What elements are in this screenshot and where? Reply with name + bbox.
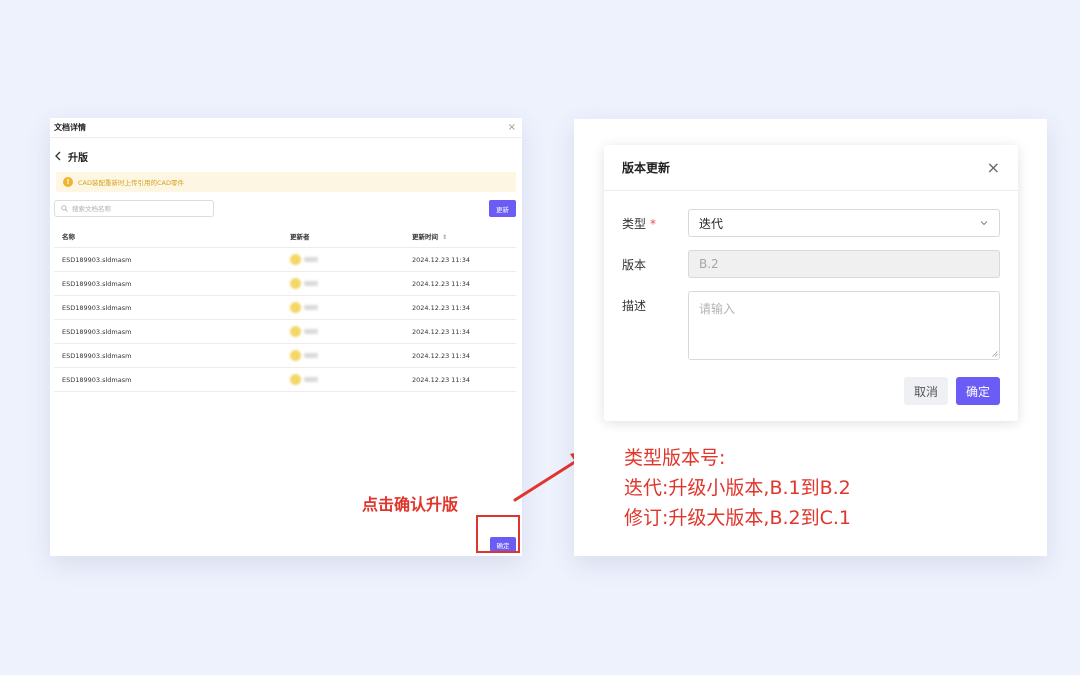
row-name: ESD189903.sldmasm (62, 327, 132, 336)
updater-name-blurred (304, 353, 318, 358)
search-box (54, 200, 214, 217)
type-label-text: 类型 (622, 217, 647, 231)
column-header-time[interactable]: 更新时间 ⇕ (384, 231, 516, 241)
updater-name-blurred (304, 281, 318, 286)
row-updater (254, 350, 384, 361)
column-header-time-label: 更新时间 (412, 232, 438, 241)
row-updater (254, 254, 384, 265)
row-updater (254, 374, 384, 385)
version-value: B.2 (699, 257, 719, 271)
row-updater (254, 326, 384, 337)
row-time: 2024.12.23 11:34 (412, 303, 471, 312)
row-updater (254, 278, 384, 289)
table-row[interactable]: ESD189903.sldmasm 2024.12.23 11:34 (54, 344, 516, 368)
row-time: 2024.12.23 11:34 (412, 327, 471, 336)
dialog-title: 版本更新 (622, 161, 671, 175)
ok-button[interactable]: 确定 (956, 377, 1000, 405)
updater-name-blurred (304, 329, 318, 334)
notes-revision: 修订:升级大版本,B.2到C.1 (624, 507, 851, 529)
type-label: 类型 * (622, 215, 656, 232)
row-name: ESD189903.sldmasm (62, 303, 132, 312)
warning-banner: ! CAD装配重新时上传引用的CAD零件 (56, 172, 516, 192)
close-icon[interactable]: × (987, 159, 1000, 176)
table-row[interactable]: ESD189903.sldmasm 2024.12.23 11:34 (54, 272, 516, 296)
back-arrow-icon[interactable] (54, 150, 62, 162)
avatar (290, 254, 301, 265)
search-input[interactable] (72, 204, 202, 213)
row-time: 2024.12.23 11:34 (412, 375, 471, 384)
version-update-panel: 版本更新 × 类型* 迭代 版本 B.2 描述 取消 确定 类型版本号: 迭代:… (574, 119, 1047, 556)
page-title: 升版 (68, 152, 88, 164)
updater-name-blurred (304, 305, 318, 310)
row-updater (254, 302, 384, 313)
updater-name-blurred (304, 377, 318, 382)
table-row[interactable]: ESD189903.sldmasm 2024.12.23 11:34 (54, 368, 516, 392)
chevron-down-icon (980, 221, 988, 226)
update-button[interactable]: 更新 (489, 200, 516, 217)
row-name: ESD189903.sldmasm (62, 351, 132, 360)
required-mark: * (650, 217, 657, 231)
column-header-name: 名称 (62, 232, 75, 241)
resize-grip-icon[interactable] (992, 351, 998, 357)
search-icon (61, 205, 68, 212)
avatar (290, 350, 301, 361)
description-label: 描述 (622, 299, 647, 313)
panel-header: 文档详情 × (50, 118, 522, 138)
notes-iteration: 迭代:升级小版本,B.1到B.2 (624, 477, 851, 499)
column-header-updater: 更新者 (290, 232, 310, 241)
page-header: 升版 (54, 148, 88, 164)
warning-icon: ! (63, 177, 73, 187)
document-table: 名称 更新者 更新时间 ⇕ ESD189903.sldmasm 2024.12.2… (54, 224, 516, 392)
close-icon[interactable]: × (508, 122, 516, 133)
cancel-button[interactable]: 取消 (904, 377, 948, 405)
table-row[interactable]: ESD189903.sldmasm 2024.12.23 11:34 (54, 320, 516, 344)
version-field: B.2 (688, 250, 1000, 278)
description-textarea[interactable] (688, 291, 1000, 360)
notes-heading: 类型版本号: (624, 447, 726, 469)
avatar (290, 302, 301, 313)
avatar (290, 278, 301, 289)
avatar (290, 374, 301, 385)
row-time: 2024.12.23 11:34 (412, 351, 471, 360)
row-name: ESD189903.sldmasm (62, 279, 132, 288)
updater-name-blurred (304, 257, 318, 262)
avatar (290, 326, 301, 337)
table-row[interactable]: ESD189903.sldmasm 2024.12.23 11:34 (54, 296, 516, 320)
row-time: 2024.12.23 11:34 (412, 279, 471, 288)
version-update-dialog: 版本更新 × 类型* 迭代 版本 B.2 描述 取消 确定 (604, 145, 1018, 421)
dialog-header: 版本更新 × (604, 145, 1018, 191)
row-name: ESD189903.sldmasm (62, 255, 132, 264)
type-select[interactable]: 迭代 (688, 209, 1000, 237)
table-header: 名称 更新者 更新时间 ⇕ (54, 224, 516, 248)
confirm-highlight-box (476, 515, 520, 553)
row-name: ESD189903.sldmasm (62, 375, 132, 384)
warning-text: CAD装配重新时上传引用的CAD零件 (78, 179, 184, 187)
version-label: 版本 (622, 258, 647, 272)
panel-title: 文档详情 (54, 123, 86, 132)
sort-icon[interactable]: ⇕ (442, 234, 447, 241)
row-time: 2024.12.23 11:34 (412, 255, 471, 264)
type-select-value: 迭代 (699, 216, 724, 231)
table-row[interactable]: ESD189903.sldmasm 2024.12.23 11:34 (54, 248, 516, 272)
version-notes: 类型版本号: 迭代:升级小版本,B.1到B.2 修订:升级大版本,B.2到C.1 (624, 443, 851, 533)
annotation-label: 点击确认升版 (362, 495, 459, 514)
